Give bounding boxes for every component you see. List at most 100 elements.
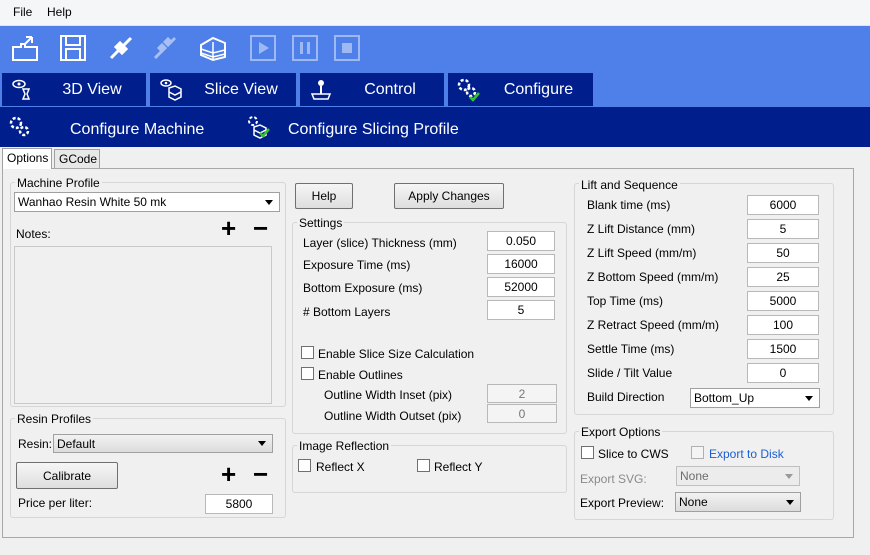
slicing-profile-icon	[246, 115, 272, 144]
z-retract-speed-label: Z Retract Speed (mm/m)	[587, 318, 720, 332]
add-resin-button[interactable]: +	[221, 461, 236, 487]
export-options-title: Export Options	[579, 425, 663, 439]
disconnect-icon[interactable]	[148, 31, 182, 65]
settings-title: Settings	[297, 216, 345, 230]
toolbar	[0, 26, 870, 70]
top-time-label: Top Time (ms)	[587, 294, 664, 308]
apply-changes-button[interactable]: Apply Changes	[394, 183, 504, 209]
layer-thickness-label: Layer (slice) Thickness (mm)	[303, 236, 457, 250]
notes-label: Notes:	[16, 227, 51, 241]
z-lift-speed-label: Z Lift Speed (mm/m)	[587, 246, 697, 260]
resin-select[interactable]: Default	[53, 434, 273, 453]
blank-time-input[interactable]: 6000	[747, 195, 819, 215]
bottom-exposure-input[interactable]: 52000	[487, 277, 555, 297]
pause-icon[interactable]	[288, 31, 322, 65]
connect-icon[interactable]	[104, 31, 138, 65]
machine-profile-title: Machine Profile	[15, 176, 102, 190]
chevron-down-icon	[258, 441, 266, 446]
outline-inset-label: Outline Width Inset (pix)	[324, 388, 453, 402]
configure-machine-label: Configure Machine	[70, 120, 205, 138]
reflect-x-label: Reflect X	[316, 460, 365, 474]
reflect-y-checkbox[interactable]	[417, 459, 430, 472]
play-icon[interactable]	[246, 31, 280, 65]
configure-slicing-profile-tab[interactable]: Configure Slicing Profile	[246, 115, 459, 144]
outline-outset-label: Outline Width Outset (pix)	[324, 409, 462, 423]
z-retract-speed-input[interactable]: 100	[747, 315, 819, 335]
calibrate-button[interactable]: Calibrate	[16, 462, 118, 489]
blank-time-label: Blank time (ms)	[587, 198, 671, 212]
z-lift-speed-input[interactable]: 50	[747, 243, 819, 263]
menu-file[interactable]: File	[13, 5, 32, 19]
eye-view-icon	[8, 75, 38, 105]
top-time-input[interactable]: 5000	[747, 291, 819, 311]
reflect-y-label: Reflect Y	[434, 460, 483, 474]
bottom-layers-input[interactable]: 5	[487, 300, 555, 320]
open-icon[interactable]	[8, 31, 42, 65]
slide-tilt-label: Slide / Tilt Value	[587, 366, 673, 380]
export-svg-value: None	[680, 469, 709, 483]
z-lift-distance-input[interactable]: 5	[747, 219, 819, 239]
tab-options[interactable]: Options	[2, 148, 52, 169]
save-icon[interactable]	[56, 31, 90, 65]
gears-icon	[8, 115, 32, 144]
menu-help[interactable]: Help	[47, 5, 72, 19]
image-reflection-title: Image Reflection	[297, 439, 392, 453]
reflect-x-checkbox[interactable]	[298, 459, 311, 472]
enable-outlines-label: Enable Outlines	[318, 368, 403, 382]
resin-profiles-title: Resin Profiles	[15, 412, 94, 426]
chevron-down-icon	[805, 395, 813, 401]
settle-time-label: Settle Time (ms)	[587, 342, 675, 356]
settle-time-input[interactable]: 1500	[747, 339, 819, 359]
menu-bar: File Help	[0, 0, 870, 26]
outline-inset-input[interactable]: 2	[487, 384, 557, 403]
tab-control[interactable]: Control	[300, 73, 444, 106]
slice-view-icon	[156, 75, 186, 105]
z-lift-distance-label: Z Lift Distance (mm)	[587, 222, 696, 236]
build-direction-select[interactable]: Bottom_Up	[690, 388, 820, 408]
bottom-layers-label: # Bottom Layers	[303, 305, 391, 319]
outline-outset-input[interactable]: 0	[487, 404, 557, 423]
exposure-time-label: Exposure Time (ms)	[303, 258, 411, 272]
notes-textarea[interactable]	[14, 246, 272, 404]
export-preview-label: Export Preview:	[580, 496, 665, 510]
z-bottom-speed-label: Z Bottom Speed (mm/m)	[587, 270, 719, 284]
configure-gears-icon	[454, 75, 484, 105]
export-to-disk-label: Export to Disk	[709, 447, 784, 461]
configure-sub-bar: Configure Machine Configure Slicing Prof…	[0, 107, 870, 147]
add-machine-button[interactable]: +	[221, 215, 236, 241]
stop-icon[interactable]	[330, 31, 364, 65]
machine-profile-value: Wanhao Resin White 50 mk	[18, 195, 167, 209]
layer-thickness-input[interactable]: 0.050	[487, 231, 555, 251]
lift-sequence-title: Lift and Sequence	[579, 178, 680, 192]
tab-3d-view-label: 3D View	[62, 80, 122, 98]
configure-slicing-profile-label: Configure Slicing Profile	[288, 120, 459, 138]
tab-configure[interactable]: Configure	[448, 73, 593, 106]
chevron-down-icon	[265, 199, 273, 205]
slice-icon[interactable]	[196, 31, 230, 65]
export-to-disk-checkbox[interactable]	[691, 446, 704, 459]
configure-machine-tab[interactable]: Configure Machine	[8, 115, 204, 144]
bottom-exposure-label: Bottom Exposure (ms)	[303, 281, 423, 295]
tab-gcode[interactable]: GCode	[54, 149, 100, 168]
z-bottom-speed-input[interactable]: 25	[747, 267, 819, 287]
remove-resin-button[interactable]: −	[253, 461, 268, 487]
resin-label: Resin:	[18, 437, 53, 451]
enable-slice-size-label: Enable Slice Size Calculation	[318, 347, 475, 361]
export-svg-select[interactable]: None	[676, 466, 800, 486]
remove-machine-button[interactable]: −	[253, 215, 268, 241]
slice-to-cws-label: Slice to CWS	[598, 447, 669, 461]
enable-slice-size-checkbox[interactable]	[301, 346, 314, 359]
exposure-time-input[interactable]: 16000	[487, 254, 555, 274]
chevron-down-icon	[786, 499, 794, 505]
tab-configure-label: Configure	[503, 80, 574, 98]
main-tab-bar: 3D View Slice View Control Configure	[0, 70, 870, 107]
machine-profile-select[interactable]: Wanhao Resin White 50 mk	[14, 192, 280, 212]
tab-slice-view[interactable]: Slice View	[150, 73, 296, 106]
tab-3d-view[interactable]: 3D View	[2, 73, 146, 106]
slice-to-cws-checkbox[interactable]	[581, 446, 594, 459]
slide-tilt-input[interactable]: 0	[747, 363, 819, 383]
enable-outlines-checkbox[interactable]	[301, 367, 314, 380]
export-preview-select[interactable]: None	[675, 492, 801, 512]
help-button[interactable]: Help	[295, 183, 353, 209]
price-per-liter-input[interactable]: 5800	[205, 494, 273, 514]
